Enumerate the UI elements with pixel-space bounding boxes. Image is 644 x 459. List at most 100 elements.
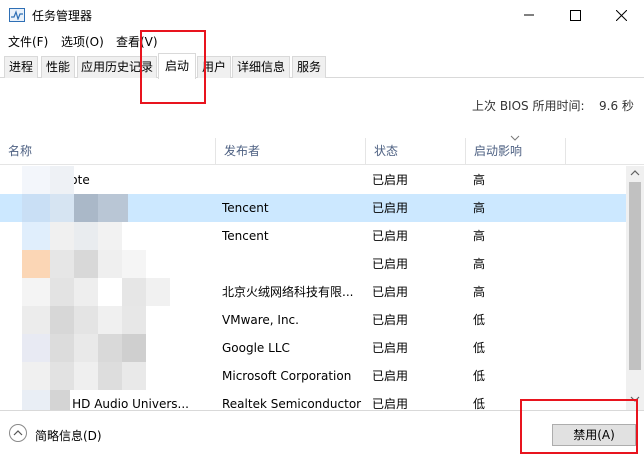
mosaic-block — [22, 222, 50, 250]
column-publisher[interactable]: 发布者 — [216, 138, 366, 165]
maximize-button[interactable] — [552, 0, 598, 30]
mosaic-block — [74, 250, 98, 278]
tab-app-history[interactable]: 应用历史记录 — [77, 56, 157, 78]
app-name: YNote — [54, 166, 214, 194]
close-button[interactable] — [598, 0, 644, 30]
startup-impact-text: 低 — [473, 369, 486, 383]
mosaic-block — [74, 362, 98, 390]
minimize-button[interactable] — [506, 0, 552, 30]
mosaic-block — [122, 362, 146, 390]
mosaic-block — [50, 250, 74, 278]
publisher-name — [222, 166, 362, 194]
tab-performance[interactable]: 性能 — [41, 56, 75, 78]
mosaic-block — [22, 278, 50, 306]
mosaic-block — [98, 306, 122, 334]
status-text: 已启用 — [372, 257, 409, 271]
tab-processes[interactable]: 进程 — [4, 56, 38, 78]
mosaic-block — [50, 222, 74, 250]
title-bar: 任务管理器 — [0, 0, 644, 31]
mosaic-block — [50, 166, 74, 194]
footer-bar: 简略信息(D) 禁用(A) — [0, 410, 644, 459]
scrollbar-thumb[interactable] — [629, 182, 641, 370]
status-text: 已启用 — [372, 285, 409, 299]
publisher-name: 北京火绒网络科技有限... — [222, 285, 354, 299]
publisher-name — [222, 250, 362, 278]
mosaic-block — [74, 306, 98, 334]
mosaic-block — [50, 390, 70, 410]
mosaic-block — [74, 278, 98, 306]
menu-file[interactable]: 文件(F) — [8, 33, 48, 50]
tab-bar: 进程 性能 应用历史记录 启动 用户 详细信息 服务 — [0, 53, 644, 79]
status-text: 已启用 — [372, 341, 409, 355]
publisher-name: Google LLC — [222, 341, 290, 355]
menu-options[interactable]: 选项(O) — [61, 33, 104, 50]
publisher-name: Microsoft Corporation — [222, 369, 352, 383]
collapse-chevron-icon[interactable] — [9, 424, 27, 442]
mosaic-block — [22, 194, 50, 222]
publisher-name: VMware, Inc. — [222, 313, 299, 327]
mosaic-block — [50, 278, 74, 306]
mosaic-block — [22, 334, 50, 362]
tab-users[interactable]: 用户 — [197, 56, 231, 78]
mosaic-block — [50, 306, 74, 334]
menu-view[interactable]: 查看(V) — [116, 33, 158, 50]
mosaic-block — [50, 334, 74, 362]
mosaic-block — [22, 166, 50, 194]
bios-time-label: 上次 BIOS 所用时间: — [472, 99, 585, 113]
mosaic-block — [22, 250, 50, 278]
publisher-name: Tencent — [222, 229, 269, 243]
startup-impact-text: 高 — [473, 229, 486, 243]
scroll-down-arrow-icon[interactable] — [630, 396, 640, 402]
mosaic-block — [74, 222, 98, 250]
publisher-name: Tencent — [222, 201, 269, 215]
mosaic-block — [146, 278, 170, 306]
status-text: 已启用 — [372, 229, 409, 243]
startup-impact-text: 低 — [473, 341, 486, 355]
startup-impact-text: 低 — [473, 313, 486, 327]
mosaic-block — [98, 250, 122, 278]
startup-impact-text: 高 — [473, 173, 486, 187]
column-name[interactable]: 名称 — [0, 138, 216, 165]
mosaic-block — [22, 306, 50, 334]
mosaic-block — [122, 334, 146, 362]
table-header: 名称 发布者 状态 启动影响 — [0, 135, 644, 165]
publisher-name: Realtek Semiconductor — [222, 397, 362, 410]
status-text: 已启用 — [372, 201, 409, 215]
table-row[interactable]: ek HD Audio Univers... Realtek Semiconduc… — [0, 390, 626, 410]
mosaic-block — [122, 250, 146, 278]
column-status[interactable]: 状态 — [366, 138, 466, 165]
window-title: 任务管理器 — [32, 9, 93, 23]
status-text: 已启用 — [372, 397, 409, 410]
table-row[interactable]: YNote 已启用 高 — [0, 166, 626, 194]
mosaic-block — [98, 222, 122, 250]
startup-impact-text: 低 — [473, 397, 486, 410]
tab-details[interactable]: 详细信息 — [232, 56, 290, 78]
menu-bar: 文件(F) 选项(O) 查看(V) — [0, 31, 644, 52]
mosaic-block — [122, 278, 146, 306]
scroll-up-arrow-icon[interactable] — [630, 170, 640, 176]
mosaic-block — [122, 306, 146, 334]
status-text: 已启用 — [372, 369, 409, 383]
close-icon — [615, 9, 627, 21]
maximize-icon — [569, 9, 581, 21]
mosaic-block — [98, 334, 122, 362]
column-startup-impact[interactable]: 启动影响 — [466, 138, 566, 165]
task-manager-icon — [9, 8, 25, 22]
status-text: 已启用 — [372, 173, 409, 187]
app-name: ek HD Audio Univers... — [54, 397, 189, 410]
status-text: 已启用 — [372, 313, 409, 327]
tab-services[interactable]: 服务 — [292, 56, 326, 78]
mosaic-block — [22, 390, 50, 410]
fewer-details-link[interactable]: 简略信息(D) — [35, 427, 102, 444]
startup-impact-text: 高 — [473, 285, 486, 299]
startup-impact-text: 高 — [473, 201, 486, 215]
mosaic-block — [50, 194, 74, 222]
tab-startup[interactable]: 启动 — [158, 53, 196, 79]
mosaic-block — [74, 334, 98, 362]
minimize-icon — [524, 14, 534, 16]
vertical-scrollbar[interactable] — [626, 166, 644, 410]
disable-button[interactable]: 禁用(A) — [552, 424, 636, 446]
startup-impact-text: 高 — [473, 257, 486, 271]
mosaic-block — [74, 194, 98, 222]
mosaic-block — [98, 362, 122, 390]
